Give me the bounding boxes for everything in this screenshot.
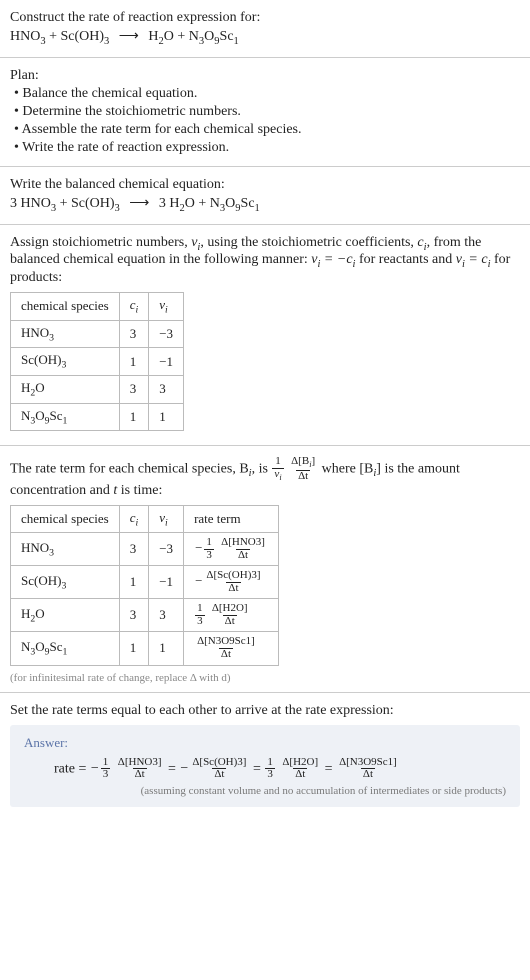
nui-cell: −1 [149, 566, 184, 599]
table-header-row: chemical species ci νi rate term [11, 505, 279, 533]
final-intro: Set the rate terms equal to each other t… [10, 703, 520, 719]
plan-bullet-4: • Write the rate of reaction expression. [14, 140, 520, 156]
nui-cell: 3 [149, 375, 184, 403]
plus-1: + [46, 29, 61, 44]
table-row: N3O9Sc1 1 1 Δ[N3O9Sc1]Δt [11, 632, 279, 665]
rateterm-note: (for infinitesimal rate of change, repla… [10, 672, 520, 684]
species-cell: N3O9Sc1 [11, 403, 120, 431]
b-reactant-2: Sc(OH)3 [71, 196, 120, 211]
nui-cell: −3 [149, 320, 184, 348]
nui-cell: 1 [149, 632, 184, 665]
b-arrow-icon: ⟶ [123, 195, 155, 212]
nui-cell: 1 [149, 403, 184, 431]
stoich-text: Assign stoichiometric numbers, νi, using… [10, 235, 520, 287]
plan-title: Plan: [10, 68, 520, 84]
table-row: Sc(OH)3 1 −1 −Δ[Sc(OH)3]Δt [11, 566, 279, 599]
plan-bullet-2: • Determine the stoichiometric numbers. [14, 104, 520, 120]
coef-2: 3 [159, 196, 170, 211]
nui-cell: −1 [149, 348, 184, 376]
nui-cell: 3 [149, 599, 184, 632]
table-row: H2O 3 3 13 Δ[H2O]Δt [11, 599, 279, 632]
table-row: Sc(OH)31−1 [11, 348, 184, 376]
col-nui: νi [149, 505, 184, 533]
b-reactant-1: HNO3 [21, 196, 57, 211]
col-species: chemical species [11, 505, 120, 533]
ci-cell: 3 [119, 320, 149, 348]
rate-expression: rate = −13 Δ[HNO3]Δt = −Δ[Sc(OH)3]Δt = 1… [24, 757, 506, 781]
col-species: chemical species [11, 293, 120, 321]
frac-dbi-dt: Δ[Bi]Δt [289, 456, 317, 482]
product-1: H2O [148, 29, 174, 44]
plus-2: + [174, 29, 189, 44]
stoich-table: chemical species ci νi HNO33−3 Sc(OH)31−… [10, 292, 184, 431]
balanced-title: Write the balanced chemical equation: [10, 177, 520, 193]
rateterm-table: chemical species ci νi rate term HNO3 3 … [10, 505, 279, 666]
b-plus-2: + [195, 196, 210, 211]
col-nui: νi [149, 293, 184, 321]
b-product-2: N3O9Sc1 [210, 196, 260, 211]
final-section: Set the rate terms equal to each other t… [0, 693, 530, 825]
rateterm-text: The rate term for each chemical species,… [10, 456, 520, 498]
balanced-section: Write the balanced chemical equation: 3 … [0, 167, 530, 225]
reactant-2: Sc(OH)3 [61, 29, 110, 44]
prompt-text: Construct the rate of reaction expressio… [10, 10, 520, 26]
col-rateterm: rate term [184, 505, 279, 533]
plan-bullet-3: • Assemble the rate term for each chemic… [14, 122, 520, 138]
table-row: HNO33−3 [11, 320, 184, 348]
unbalanced-equation: HNO3 + Sc(OH)3 ⟶ H2O + N3O9Sc1 [10, 28, 520, 47]
table-row: H2O33 [11, 375, 184, 403]
table-row: N3O9Sc111 [11, 403, 184, 431]
ci-cell: 1 [119, 403, 149, 431]
b-plus-1: + [56, 196, 71, 211]
product-2: N3O9Sc1 [189, 29, 239, 44]
ci-cell: 3 [119, 533, 149, 566]
rateterm-cell: Δ[N3O9Sc1]Δt [184, 632, 279, 665]
answer-note: (assuming constant volume and no accumul… [24, 785, 506, 797]
arrow-icon: ⟶ [113, 28, 145, 45]
table-row: HNO3 3 −3 −13 Δ[HNO3]Δt [11, 533, 279, 566]
reactant-1: HNO3 [10, 29, 46, 44]
rateterm-cell: −13 Δ[HNO3]Δt [184, 533, 279, 566]
frac-1-over-nui: 1νi [272, 456, 283, 482]
species-cell: HNO3 [11, 533, 120, 566]
ci-cell: 1 [119, 632, 149, 665]
answer-label: Answer: [24, 735, 506, 751]
plan-bullet-1: • Balance the chemical equation. [14, 86, 520, 102]
ci-cell: 1 [119, 566, 149, 599]
ci-cell: 3 [119, 599, 149, 632]
b-product-1: H2O [169, 196, 195, 211]
ci-cell: 1 [119, 348, 149, 376]
balanced-equation: 3 HNO3 + Sc(OH)3 ⟶ 3 H2O + N3O9Sc1 [10, 195, 520, 214]
ci-cell: 3 [119, 375, 149, 403]
rateterm-cell: 13 Δ[H2O]Δt [184, 599, 279, 632]
species-cell: N3O9Sc1 [11, 632, 120, 665]
col-ci: ci [119, 293, 149, 321]
col-ci: ci [119, 505, 149, 533]
plan-section: Plan: • Balance the chemical equation. •… [0, 58, 530, 167]
answer-box: Answer: rate = −13 Δ[HNO3]Δt = −Δ[Sc(OH)… [10, 725, 520, 807]
table-header-row: chemical species ci νi [11, 293, 184, 321]
species-cell: H2O [11, 375, 120, 403]
coef-1: 3 [10, 196, 21, 211]
species-cell: HNO3 [11, 320, 120, 348]
species-cell: Sc(OH)3 [11, 348, 120, 376]
species-cell: H2O [11, 599, 120, 632]
rateterm-cell: −Δ[Sc(OH)3]Δt [184, 566, 279, 599]
prompt-section: Construct the rate of reaction expressio… [0, 0, 530, 58]
rateterm-section: The rate term for each chemical species,… [0, 446, 530, 692]
stoich-section: Assign stoichiometric numbers, νi, using… [0, 225, 530, 447]
species-cell: Sc(OH)3 [11, 566, 120, 599]
nui-cell: −3 [149, 533, 184, 566]
